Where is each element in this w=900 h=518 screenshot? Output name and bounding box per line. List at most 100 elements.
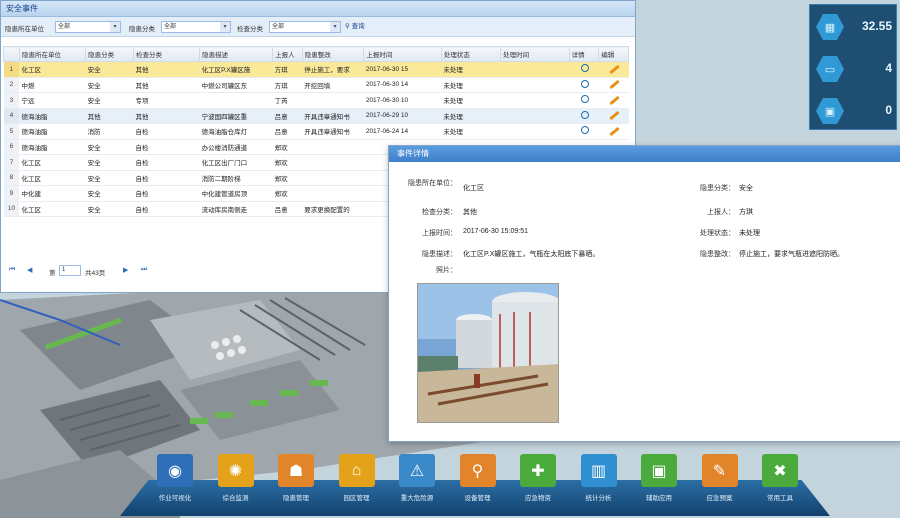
stat-item: ▭ 4 [810, 49, 898, 89]
window-title: 安全事件 [1, 1, 635, 17]
table-header: 隐患所在单位 隐患分类 检查分类 隐患描述 上报人 隐患整改 上报时间 处理状态… [3, 46, 629, 62]
table-cell: 丁芮 [272, 92, 303, 109]
unit-label: 隐患所在单位： [408, 180, 457, 187]
table-cell: 自检 [133, 170, 200, 186]
table-cell [302, 139, 364, 155]
toolbar-button[interactable]: ✖ 常用工具 [755, 454, 805, 514]
pencil-icon[interactable] [609, 111, 620, 121]
page-input[interactable]: 1 [59, 265, 81, 276]
table-cell: 安全 [85, 61, 134, 78]
table-cell: 安全 [85, 170, 134, 186]
table-cell [500, 123, 570, 140]
table-cell: 其他 [85, 108, 134, 124]
toolbar-button[interactable]: ▥ 统计分析 [574, 454, 624, 514]
column-header[interactable]: 隐患分类 [85, 46, 134, 62]
first-page-icon[interactable]: ⏮ [9, 266, 15, 274]
toolbar-button[interactable]: ◉ 作业可视化 [150, 454, 200, 514]
warning-icon: ⚠ [399, 454, 435, 487]
table-cell: 安全 [85, 201, 134, 217]
target-icon: ✺ [217, 454, 254, 487]
table-row[interactable]: 1 化工区 安全 其他 化工区P.X罐区施 方琪 停止施工，要求 2017-06-30 15 未… [3, 61, 629, 78]
detail-title: 事件详情 [389, 146, 900, 162]
query-button[interactable]: ⚲ 查询 [345, 21, 383, 33]
toolbar-label: 常用工具 [767, 495, 793, 502]
filter-label: 隐患分类 [129, 26, 155, 33]
column-header[interactable]: 上报时间 [363, 46, 442, 62]
table-cell: 化工区 [19, 201, 86, 217]
column-header[interactable]: 处理时间 [500, 46, 570, 62]
table-cell: 未处理 [441, 77, 501, 93]
row-number: 2 [3, 77, 20, 93]
photo-label: 照片： [436, 267, 457, 274]
pencil-icon[interactable] [609, 95, 620, 105]
row-number: 5 [3, 123, 20, 140]
toolbar-button[interactable]: ⚠ 重大危险源 [392, 454, 442, 514]
column-header[interactable]: 隐患描述 [199, 46, 274, 62]
eye-icon: ◉ [157, 454, 193, 487]
magnifier-icon[interactable] [580, 126, 589, 135]
toolbar-button[interactable]: ✎ 应急预案 [695, 454, 745, 514]
column-header[interactable]: 检查分类 [132, 46, 201, 62]
toolbox-icon: ▣ [641, 454, 677, 487]
toolbar-label: 重大危险源 [400, 495, 434, 502]
details-cell [569, 61, 599, 78]
table-row[interactable]: 5 德海油脂 消防 自检 德海油脂仓库灯 吕意 开具违章通知书 2017-06-24 14 未处… [3, 123, 629, 140]
check-select[interactable]: 全部 ▾ [269, 21, 341, 33]
toolbar-button[interactable]: ✺ 综合监测 [211, 454, 261, 514]
select-value: 全部 [272, 24, 285, 30]
pencil-icon[interactable] [609, 64, 620, 74]
pencil-icon[interactable] [609, 126, 620, 136]
table-cell: 办公楼消防通道 [199, 139, 273, 155]
table-cell [199, 92, 273, 109]
toolbar-button[interactable]: ☗ 隐患管理 [271, 454, 321, 514]
last-page-icon[interactable]: ⏭ [141, 266, 147, 274]
category-select[interactable]: 全部 ▾ [161, 21, 231, 33]
magnifier-icon[interactable] [580, 79, 589, 88]
magnifier-icon[interactable] [580, 64, 589, 73]
query-label: 查询 [351, 23, 365, 30]
table-cell [500, 108, 570, 124]
table-cell: 吕意 [272, 201, 303, 217]
toolbar-button[interactable]: ⌂ 园区管理 [332, 454, 382, 514]
car-icon: ▣ [816, 98, 844, 124]
status-label: 处理状态： [700, 230, 735, 237]
stat-value: 32.55 [861, 19, 892, 33]
column-header[interactable]: 处理状态 [440, 46, 502, 62]
edit-cell [598, 61, 629, 78]
table-row[interactable]: 2 中燃 安全 其他 中燃公司罐区东 方琪 开挖回填 2017-06-30 14 未处理 [3, 77, 629, 93]
table-cell [302, 185, 364, 202]
unit-select[interactable]: 全部 ▾ [55, 21, 121, 33]
magnifier-icon: ⚲ [459, 454, 496, 487]
prev-page-icon[interactable]: ◀ [27, 266, 32, 274]
column-header[interactable]: 隐患整改 [301, 46, 365, 62]
table-row[interactable]: 3 宁远 安全 专项 丁芮 2017-06-30 10 未处理 [3, 92, 629, 109]
table-cell: 2017-06-30 15 [363, 61, 442, 78]
table-cell: 郑欢 [272, 170, 303, 186]
magnifier-icon[interactable] [580, 95, 589, 104]
row-number: 10 [3, 201, 20, 217]
building-icon: ▦ [816, 14, 844, 40]
filter-label: 检查分类 [237, 26, 263, 33]
row-number: 4 [3, 108, 20, 124]
column-header[interactable]: 上报人 [272, 46, 303, 62]
table-cell: 要求更换配置的 [302, 201, 364, 217]
toolbar-button[interactable]: ✚ 应急物资 [513, 454, 563, 514]
table-cell: 自检 [133, 201, 200, 217]
edit-cell [598, 108, 629, 124]
toolbar-button[interactable]: ▣ 辅助应用 [634, 454, 684, 514]
toolbar-label: 统计分析 [585, 495, 612, 502]
table-cell: 化工区 [19, 170, 86, 186]
table-cell [500, 77, 570, 93]
hazard-photo[interactable] [417, 283, 559, 423]
next-page-icon[interactable]: ▶ [123, 266, 128, 274]
table-cell [500, 92, 570, 109]
column-header[interactable]: 隐患所在单位 [18, 46, 87, 62]
magnifier-icon[interactable] [580, 110, 589, 119]
toolbar-label: 综合监测 [222, 495, 249, 502]
table-cell: 其他 [133, 77, 200, 93]
table-cell: 德海油脂 [19, 108, 86, 124]
stat-value: 0 [885, 103, 892, 117]
pencil-icon[interactable] [609, 80, 620, 90]
toolbar-button[interactable]: ⚲ 设备管理 [453, 454, 503, 514]
table-row[interactable]: 4 德海油脂 其他 其他 宁波国四罐区重 吕意 开具违章通知书 2017-06-29 10 未处… [3, 108, 629, 124]
